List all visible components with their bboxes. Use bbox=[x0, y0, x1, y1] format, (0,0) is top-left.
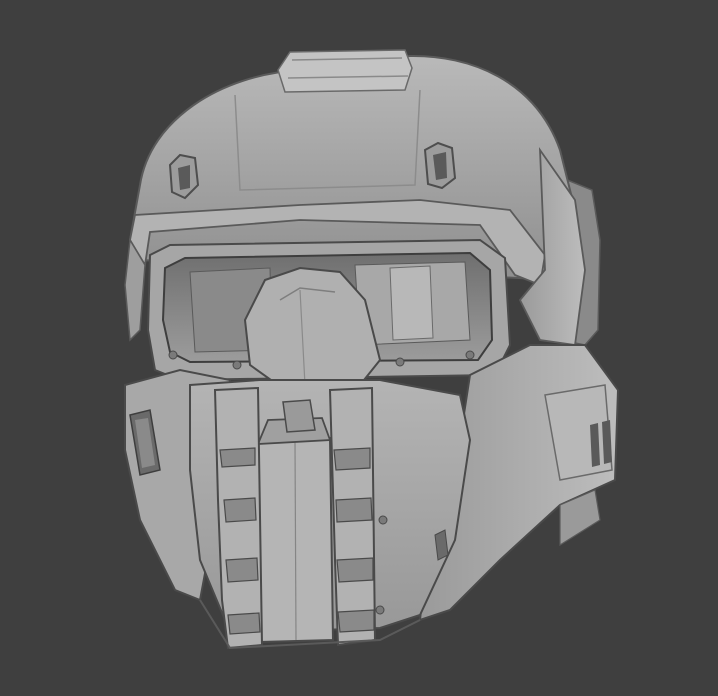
helmet-render bbox=[124, 49, 620, 650]
3d-viewport[interactable] bbox=[0, 0, 718, 696]
top-rail bbox=[277, 49, 413, 93]
respirator-valve bbox=[282, 399, 316, 433]
